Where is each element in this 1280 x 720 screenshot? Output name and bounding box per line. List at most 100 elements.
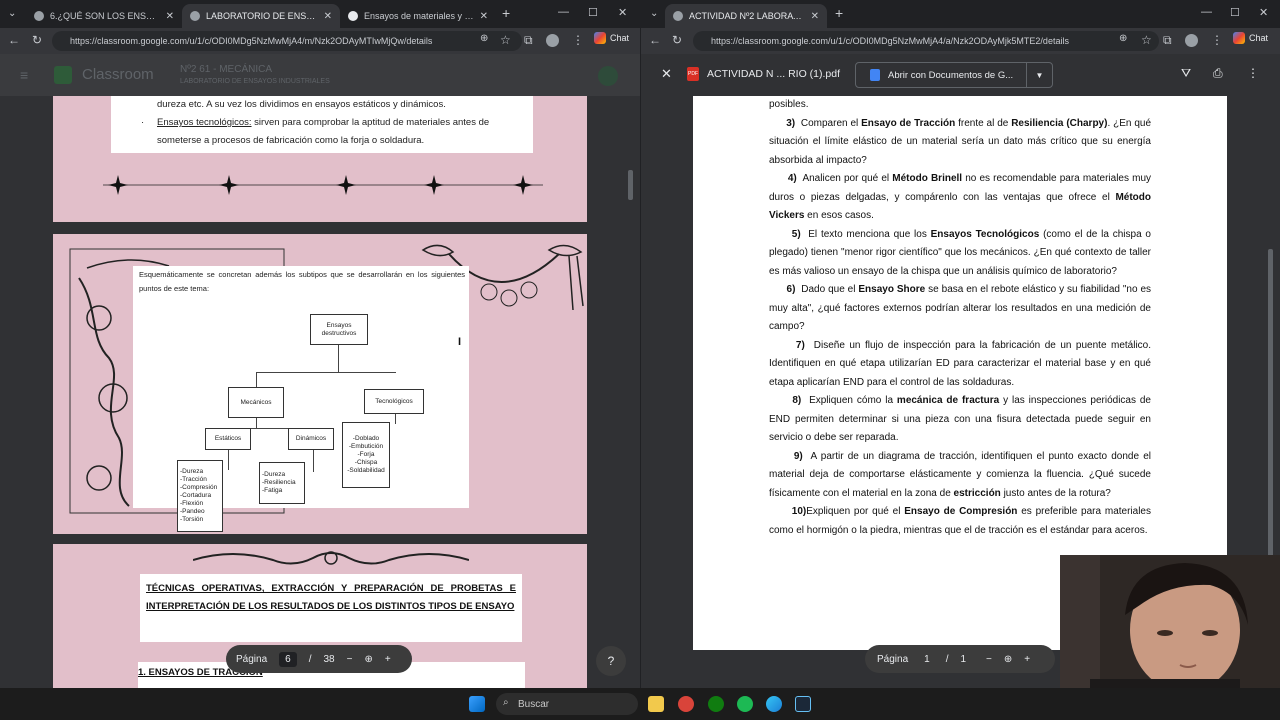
connector-line xyxy=(338,345,339,372)
bullet-line: Ensayos tecnológicos: sirven para compro… xyxy=(157,114,489,131)
minimize-icon[interactable]: — xyxy=(1201,6,1212,18)
section-heading: TÉCNICAS OPERATIVAS, EXTRACCIÓN Y PREPAR… xyxy=(146,583,516,612)
close-tab-icon[interactable]: ✕ xyxy=(811,11,819,22)
back-icon[interactable]: ← xyxy=(649,33,661,47)
tab-actividad[interactable]: ACTIVIDAD Nº2 LABORATORIO DE ✕ xyxy=(665,4,827,28)
chat-label: Chat xyxy=(610,33,630,43)
bookmark-star-icon[interactable]: ☆ xyxy=(1141,33,1152,47)
pdf-viewer-header: ✕ PDF ACTIVIDAD N ... RIO (1).pdf Abrir … xyxy=(641,54,1280,96)
classroom-brand: Classroom xyxy=(82,66,154,83)
app-icon[interactable] xyxy=(678,696,694,712)
diagram-box-mecanicos: Mecánicos xyxy=(228,387,284,418)
hamburger-menu-icon[interactable]: ≡ xyxy=(20,67,28,83)
zoom-out-icon[interactable]: − xyxy=(347,654,353,665)
reload-icon[interactable]: ↻ xyxy=(672,33,682,47)
windows-start-icon[interactable] xyxy=(469,696,485,712)
menu-dots-icon[interactable]: ⋮ xyxy=(1211,33,1223,47)
install-app-icon[interactable]: ⊕ xyxy=(480,33,488,44)
add-to-drive-icon[interactable]: ⛛ xyxy=(1181,66,1191,81)
more-options-icon[interactable]: ⋮ xyxy=(1247,66,1259,80)
scrollbar-thumb[interactable] xyxy=(628,170,633,200)
reload-icon[interactable]: ↻ xyxy=(32,33,42,47)
file-explorer-icon[interactable] xyxy=(648,696,664,712)
address-bar[interactable]: https://classroom.google.com/u/1/c/ODI0M… xyxy=(52,31,522,51)
zoom-out-icon[interactable]: − xyxy=(986,654,992,665)
zoom-fit-icon[interactable]: ⊕ xyxy=(364,654,372,665)
steam-icon[interactable] xyxy=(795,696,811,712)
chat-button[interactable]: Chat xyxy=(1233,32,1268,44)
diagram-list-tecnologicos: -Doblado -Embutición -Forja -Chispa -Sol… xyxy=(342,422,390,488)
open-with-docs-button[interactable]: Abrir con Documentos de G... ▼ xyxy=(855,62,1053,88)
close-tab-icon[interactable]: ✕ xyxy=(324,11,332,22)
bookmark-star-icon[interactable]: ☆ xyxy=(500,33,511,47)
question-8: 8) Expliquen cómo la mecánica de fractur… xyxy=(769,395,1151,443)
connector-line xyxy=(395,414,396,424)
connector-line xyxy=(228,450,229,470)
profile-avatar-icon[interactable] xyxy=(546,34,559,47)
close-tab-icon[interactable]: ✕ xyxy=(166,11,174,22)
diagram-list-estaticos: -Dureza -Tracción -Compresión -Cortadura… xyxy=(177,460,223,532)
xbox-icon[interactable] xyxy=(708,696,724,712)
close-viewer-icon[interactable]: ✕ xyxy=(661,66,672,82)
tab-search-icon[interactable]: ⌄ xyxy=(650,8,658,19)
tab-search-icon[interactable]: ⌄ xyxy=(8,8,16,19)
page-number-input[interactable]: 6 xyxy=(279,651,297,667)
tab-ensayos-no-destructivos[interactable]: 6.¿QUÉ SON LOS ENSAYOS NO D ✕ xyxy=(26,4,182,28)
help-icon[interactable]: ? xyxy=(596,646,626,676)
close-tab-icon[interactable]: ✕ xyxy=(480,11,488,22)
open-with-label: Abrir con Documentos de G... xyxy=(888,69,1014,81)
install-app-icon[interactable]: ⊕ xyxy=(1119,33,1127,44)
connector-line xyxy=(313,450,314,472)
web-favicon-icon xyxy=(348,11,358,21)
dropdown-arrow-icon[interactable]: ▼ xyxy=(1026,63,1052,87)
chat-button[interactable]: Chat xyxy=(594,32,629,44)
pdf-page-navigator: Página 6 / 38 − ⊕ + xyxy=(226,645,412,673)
question-2-tail: posibles. xyxy=(769,99,809,110)
browser-toolbar: ← ↻ https://classroom.google.com/u/1/c/O… xyxy=(0,28,640,54)
tab-ensayos-materiales[interactable]: Ensayos de materiales y métodos ✕ xyxy=(340,4,496,28)
maximize-icon[interactable]: ☐ xyxy=(588,6,598,19)
question-7: 7) Diseñe un flujo de inspección para la… xyxy=(769,339,1152,388)
bullet-dot: · xyxy=(141,117,145,128)
maximize-icon[interactable]: ☐ xyxy=(1230,6,1240,19)
page-total: 38 xyxy=(323,653,335,665)
back-icon[interactable]: ← xyxy=(8,33,20,47)
course-name: Nº2 61 - MECÁNICA xyxy=(180,64,273,75)
page-label: Página xyxy=(877,653,909,665)
zoom-fit-icon[interactable]: ⊕ xyxy=(1004,654,1012,665)
tab-strip: ⌄ ACTIVIDAD Nº2 LABORATORIO DE ✕ + — ☐ ✕ xyxy=(641,0,1280,28)
star-divider-ornament xyxy=(103,175,543,195)
search-icon: ⌕ xyxy=(503,697,509,708)
address-bar[interactable]: https://classroom.google.com/u/1/c/ODI0M… xyxy=(693,31,1159,51)
taskbar-search[interactable]: ⌕ Buscar xyxy=(496,693,638,715)
chat-label: Chat xyxy=(1249,33,1269,43)
tab-laboratorio-ensayos[interactable]: LABORATORIO DE ENSAYOS INDU ✕ xyxy=(182,4,340,28)
edge-browser-icon[interactable] xyxy=(766,696,782,712)
new-tab-icon[interactable]: + xyxy=(835,5,843,21)
extensions-icon[interactable]: ⧉ xyxy=(1163,33,1172,48)
close-window-icon[interactable]: ✕ xyxy=(618,6,627,19)
close-window-icon[interactable]: ✕ xyxy=(1259,6,1268,19)
pdf-page-5: dureza etc. A su vez los dividimos en en… xyxy=(53,96,587,222)
new-tab-icon[interactable]: + xyxy=(502,5,510,21)
zoom-in-icon[interactable]: + xyxy=(1024,654,1030,665)
spotify-icon[interactable] xyxy=(737,696,753,712)
search-label: Buscar xyxy=(518,698,550,710)
menu-dots-icon[interactable]: ⋮ xyxy=(572,33,584,47)
text-card: dureza etc. A su vez los dividimos en en… xyxy=(111,96,533,153)
tab-title: 6.¿QUÉ SON LOS ENSAYOS NO D xyxy=(50,11,160,21)
copilot-logo-icon xyxy=(1233,32,1245,44)
classroom-favicon-icon xyxy=(34,11,44,21)
question-5: 5) El texto menciona que los Ensayos Tec… xyxy=(769,228,1151,277)
account-avatar[interactable] xyxy=(598,66,618,86)
print-icon[interactable]: ⎙ xyxy=(1213,66,1223,81)
zoom-in-icon[interactable]: + xyxy=(385,654,391,665)
page-number-input[interactable]: 1 xyxy=(920,652,934,667)
classroom-favicon-icon xyxy=(190,11,200,21)
classroom-logo-icon xyxy=(54,66,72,84)
pdf-filename: ACTIVIDAD N ... RIO (1).pdf xyxy=(707,68,841,80)
minimize-icon[interactable]: — xyxy=(558,6,569,18)
scrollbar-thumb[interactable] xyxy=(1268,249,1273,569)
extensions-icon[interactable]: ⧉ xyxy=(524,33,533,48)
profile-avatar-icon[interactable] xyxy=(1185,34,1198,47)
